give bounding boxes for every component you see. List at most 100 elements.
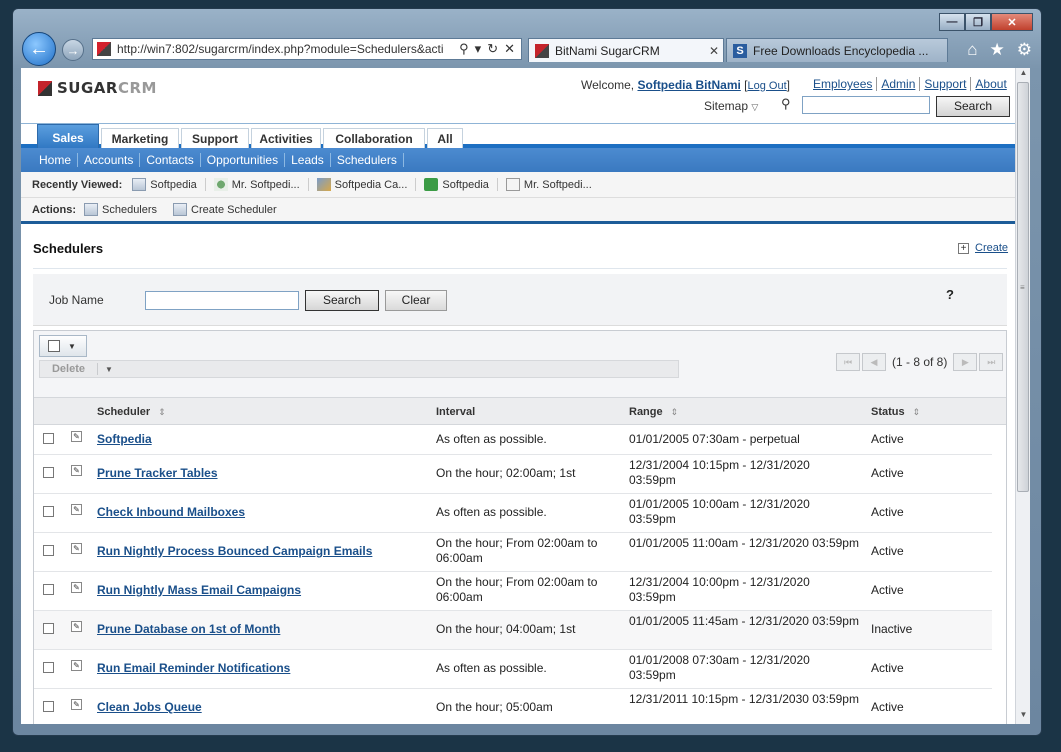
browser-tab-sugarcrm[interactable]: BitNami SugarCRM ✕ <box>528 38 724 62</box>
action-schedulers[interactable]: Schedulers <box>84 203 165 216</box>
scheduler-name-link[interactable]: Softpedia <box>97 432 152 446</box>
search-button[interactable]: Search <box>305 290 379 311</box>
recent-item[interactable]: Softpedia <box>424 178 498 191</box>
scroll-up-icon[interactable]: ▲ <box>1016 68 1031 82</box>
tab-support[interactable]: Support <box>181 128 249 150</box>
edit-pencil-icon[interactable]: ✎ <box>71 582 82 593</box>
first-page-icon[interactable]: ⏮ <box>836 353 860 371</box>
caret-down-icon[interactable]: ▼ <box>98 365 120 374</box>
welcome-message: Welcome, Softpedia BitNami [Log Out] <box>581 78 790 92</box>
scheduler-name-link[interactable]: Check Inbound Mailboxes <box>97 505 245 519</box>
close-tab-icon[interactable]: ✕ <box>705 44 723 58</box>
edit-pencil-icon[interactable]: ✎ <box>71 621 82 632</box>
row-checkbox[interactable] <box>43 467 54 478</box>
tab-collaboration[interactable]: Collaboration <box>323 128 425 150</box>
status-cell: Active <box>871 432 904 446</box>
row-checkbox[interactable] <box>43 584 54 595</box>
column-header-scheduler[interactable]: Scheduler ⇕ <box>97 406 166 418</box>
create-link[interactable]: + Create <box>958 242 1008 254</box>
edit-pencil-icon[interactable]: ✎ <box>71 465 82 476</box>
previous-page-icon[interactable]: ◀ <box>862 353 886 371</box>
sitemap-label: Sitemap <box>704 99 749 113</box>
subnav-leads[interactable]: Leads <box>285 153 331 167</box>
row-checkbox[interactable] <box>43 662 54 673</box>
row-checkbox[interactable] <box>43 623 54 634</box>
column-header-status[interactable]: Status ⇕ <box>871 406 920 418</box>
pagination: ⏮ ◀ (1 - 8 of 8) ▶ ⏭ <box>836 353 1004 371</box>
column-header-range[interactable]: Range ⇕ <box>629 406 678 418</box>
forward-button[interactable]: → <box>62 39 84 61</box>
subnav-accounts[interactable]: Accounts <box>78 153 141 167</box>
next-page-icon[interactable]: ▶ <box>953 353 978 371</box>
edit-pencil-icon[interactable]: ✎ <box>71 543 82 554</box>
scheduler-name-link[interactable]: Run Nightly Process Bounced Campaign Ema… <box>97 544 372 558</box>
admin-link[interactable]: Admin <box>876 77 919 91</box>
recent-item[interactable]: Softpedia Ca... <box>316 178 417 191</box>
dropdown-icon[interactable]: ▾ <box>475 41 482 57</box>
scheduler-name-link[interactable]: Run Nightly Mass Email Campaigns <box>97 583 301 597</box>
settings-gear-icon[interactable]: ⚙ <box>1017 40 1032 60</box>
sort-icon[interactable]: ⇕ <box>158 407 166 418</box>
support-link[interactable]: Support <box>919 77 970 91</box>
logout-link[interactable]: Log Out <box>748 80 787 92</box>
recent-item[interactable]: Mr. Softpedi... <box>505 178 600 191</box>
maximize-button[interactable]: ❐ <box>965 13 991 31</box>
minimize-button[interactable]: — <box>939 13 965 31</box>
edit-pencil-icon[interactable]: ✎ <box>71 431 82 442</box>
tab-sales[interactable]: Sales <box>37 124 99 150</box>
recent-item[interactable]: Mr. Softpedi... <box>213 178 309 191</box>
edit-pencil-icon[interactable]: ✎ <box>71 699 82 710</box>
tab-marketing[interactable]: Marketing <box>101 128 179 150</box>
scroll-down-icon[interactable]: ▼ <box>1016 710 1031 724</box>
sitemap-dropdown[interactable]: Sitemap ▽ <box>704 99 758 113</box>
refresh-icon[interactable]: ↻ <box>487 41 498 57</box>
browser-tab-softpedia[interactable]: S Free Downloads Encyclopedia ... <box>726 38 948 62</box>
vertical-scrollbar[interactable]: ▲ ≡ ▼ <box>1015 68 1030 724</box>
softpedia-favicon-icon: S <box>733 43 747 58</box>
row-checkbox[interactable] <box>43 701 54 712</box>
recently-viewed-bar: Recently Viewed: Softpedia Mr. Softpedi.… <box>21 172 1015 198</box>
column-label: Range <box>629 406 663 418</box>
close-window-button[interactable]: ✕ <box>991 13 1033 31</box>
address-bar[interactable]: http://win7:802/sugarcrm/index.php?modul… <box>92 38 522 60</box>
job-name-input[interactable] <box>145 291 299 310</box>
select-all-checkbox[interactable] <box>48 340 60 352</box>
favorites-star-icon[interactable]: ★ <box>990 40 1005 60</box>
home-icon[interactable]: ⌂ <box>967 40 977 60</box>
tab-all[interactable]: All <box>427 128 463 150</box>
stop-icon[interactable]: ✕ <box>504 41 515 57</box>
edit-pencil-icon[interactable]: ✎ <box>71 504 82 515</box>
global-search-input[interactable] <box>802 96 930 114</box>
subnav-home[interactable]: Home <box>33 153 79 167</box>
row-checkbox[interactable] <box>43 433 54 444</box>
employees-link[interactable]: Employees <box>809 77 876 91</box>
scheduler-name-link[interactable]: Prune Database on 1st of Month <box>97 622 280 636</box>
recent-item[interactable]: Softpedia <box>132 178 206 191</box>
subnav-contacts[interactable]: Contacts <box>140 153 201 167</box>
last-page-icon[interactable]: ⏭ <box>979 353 1004 371</box>
scheduler-name-link[interactable]: Run Email Reminder Notifications <box>97 661 290 675</box>
scheduler-name-link[interactable]: Prune Tracker Tables <box>97 466 218 480</box>
edit-pencil-icon[interactable]: ✎ <box>71 660 82 671</box>
sort-icon[interactable]: ⇕ <box>671 407 679 418</box>
action-create-scheduler[interactable]: Create Scheduler <box>173 203 285 216</box>
tab-activities[interactable]: Activities <box>251 128 321 150</box>
address-url[interactable]: http://win7:802/sugarcrm/index.php?modul… <box>117 42 453 56</box>
scheduler-name-link[interactable]: Clean Jobs Queue <box>97 700 202 714</box>
subnav-opportunities[interactable]: Opportunities <box>201 153 286 167</box>
back-button[interactable]: ← <box>22 32 56 66</box>
clear-button[interactable]: Clear <box>385 290 447 311</box>
row-checkbox[interactable] <box>43 506 54 517</box>
sugarcrm-logo[interactable]: SUGAR CRM <box>38 79 157 97</box>
delete-button[interactable]: Delete <box>40 363 98 375</box>
help-icon[interactable]: ? <box>946 287 954 302</box>
sort-icon[interactable]: ⇕ <box>913 407 921 418</box>
global-search-button[interactable]: Search <box>936 96 1010 117</box>
select-all-dropdown[interactable]: ▼ <box>39 335 87 357</box>
create-scheduler-icon <box>173 203 188 216</box>
user-name-link[interactable]: Softpedia BitNami <box>637 78 740 92</box>
search-icon[interactable]: ⚲ <box>459 41 469 57</box>
row-checkbox[interactable] <box>43 545 54 556</box>
subnav-schedulers[interactable]: Schedulers <box>331 153 404 167</box>
about-link[interactable]: About <box>970 77 1010 91</box>
